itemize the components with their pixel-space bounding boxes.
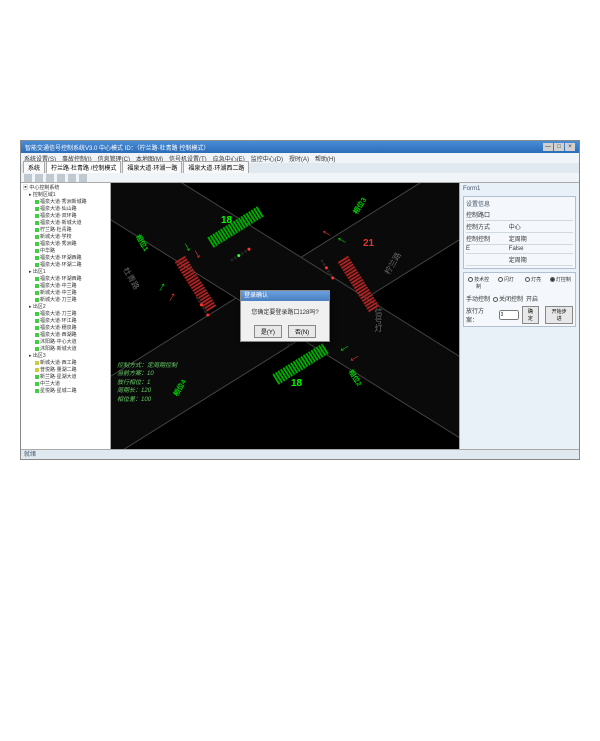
control-info-box: 控制方式：定周期控制 当前方案：10 放行相位：1 周期长：120 相位差：10… [117, 362, 177, 404]
tree-item[interactable]: 沐阳路·中心大道 [21, 339, 110, 346]
toolbar [21, 173, 579, 183]
minimize-button[interactable]: — [543, 143, 553, 151]
ctrl-opt[interactable]: 灯亮 [521, 275, 546, 291]
dialog-message: 您确定要登录路口128吗? [241, 301, 329, 322]
step-button[interactable]: 开始步进 [545, 306, 573, 324]
tree-item[interactable]: 福泉大道·新城大道 [21, 220, 110, 227]
tab-system[interactable]: 系统 [23, 161, 45, 173]
countdown-right: 21 [363, 238, 374, 249]
tree-item[interactable]: 福泉大道·秀洲新城路 [21, 199, 110, 206]
tool-icon[interactable] [79, 174, 87, 182]
panel-title: Form1 [463, 186, 576, 192]
dialog-title: 登录确认 [241, 291, 329, 301]
countdown-top: 18 [221, 215, 232, 226]
menu-monitor[interactable]: 监控中心(D) [251, 154, 283, 163]
tree-item[interactable]: 新城大道·西工路 [21, 360, 110, 367]
tool-icon[interactable] [35, 174, 43, 182]
maximize-button[interactable]: □ [554, 143, 564, 151]
tree-root[interactable]: ▣ 中心控制系统 [21, 185, 110, 192]
manual-opt[interactable]: 开启 [526, 294, 538, 303]
tree-item[interactable]: 福泉大道·环湖二路 [21, 262, 110, 269]
tree-item[interactable]: 福泉大道·刀兰路 [21, 311, 110, 318]
manual-label: 手动控制 [466, 294, 490, 303]
tool-icon[interactable] [24, 174, 32, 182]
tool-icon[interactable] [46, 174, 54, 182]
tree-item[interactable]: 新城大道·刀兰路 [21, 297, 110, 304]
tree-item[interactable]: 新城大道·学校 [21, 234, 110, 241]
apply-button[interactable]: 确定 [522, 306, 540, 324]
ctrl-opt[interactable]: 技术控制 [466, 275, 491, 291]
tool-icon[interactable] [68, 174, 76, 182]
prop-row[interactable]: 控制控制定周期 [466, 233, 573, 245]
menu-time[interactable]: 授时(A) [289, 154, 309, 163]
tool-icon[interactable] [57, 174, 65, 182]
right-panel: Form1 设置信息 控制路口 控制方式中心 控制控制定周期 EFalse 定周… [459, 183, 579, 449]
tree-group[interactable]: ▸ 出区2 [21, 304, 110, 311]
tree-item[interactable]: 新兰路·星湖大道 [21, 374, 110, 381]
prop-row[interactable]: 控制方式中心 [466, 221, 573, 233]
close-button[interactable]: × [565, 143, 575, 151]
tree-item[interactable]: 福泉大道·环湖西路 [21, 276, 110, 283]
tree-item[interactable]: 福泉大道·西湖路 [21, 332, 110, 339]
statusbar: 就绪 [21, 449, 579, 459]
plan-input[interactable] [499, 310, 519, 320]
body: ▣ 中心控制系统 ▸ 控制区域1 福泉大道·秀洲新城路 福泉大道·仙山路 福泉大… [21, 183, 579, 449]
plan-label: 放行方案： [466, 306, 496, 324]
sidebar: ▣ 中心控制系统 ▸ 控制区域1 福泉大道·秀洲新城路 福泉大道·仙山路 福泉大… [21, 183, 111, 449]
tree-group[interactable]: ▸ 控制区域1 [21, 192, 110, 199]
tree-item[interactable]: 福泉大道·秀洲路 [21, 241, 110, 248]
ctrl-opt[interactable]: 闪灯 [493, 275, 518, 291]
tab-intersection-1[interactable]: 柠兰路·杜青路 /控制模式 [46, 161, 121, 173]
phase-label-3: 相位3 [351, 196, 369, 216]
confirm-dialog: 登录确认 您确定要登录路口128吗? 是(Y) 否(N) [240, 290, 330, 342]
tree-item[interactable]: 福泉大道·仙山路 [21, 206, 110, 213]
countdown-bottom: 18 [291, 378, 302, 389]
app-window: 智能交通信号控制系统V3.0 中心模式 ID：（柠兰路·杜青路 控制模式） — … [20, 140, 580, 460]
tree-item[interactable]: 中华路 [21, 248, 110, 255]
ctrl-opt[interactable]: 灯控制 [548, 275, 573, 291]
tree: ▣ 中心控制系统 ▸ 控制区域1 福泉大道·秀洲新城路 福泉大道·仙山路 福泉大… [21, 185, 110, 395]
arrow-icon: ↑ [155, 277, 169, 294]
tree-group[interactable]: ▸ 出区1 [21, 269, 110, 276]
settings-group: 设置信息 控制路口 控制方式中心 控制控制定周期 EFalse 定周期 [463, 196, 576, 269]
arrow-icon: ↑ [165, 287, 179, 304]
titlebar: 智能交通信号控制系统V3.0 中心模式 ID：（柠兰路·杜青路 控制模式） — … [21, 141, 579, 153]
tree-item[interactable]: 福泉大道·双环路 [21, 213, 110, 220]
tab-intersection-3[interactable]: 福泉大道·环湖西二路 [183, 161, 249, 173]
window-title: 智能交通信号控制系统V3.0 中心模式 ID：（柠兰路·杜青路 控制模式） [25, 143, 209, 152]
manual-opt[interactable]: 关闭控制 [493, 294, 523, 303]
signal-box-label: 信号灯 [373, 308, 384, 332]
tree-item[interactable]: 星悦路·星城二路 [21, 388, 110, 395]
settings-group-title: 设置信息 [466, 199, 573, 208]
tree-item[interactable]: 福泉大道·穗泉路 [21, 325, 110, 332]
prop-row[interactable]: 定周期 [466, 254, 573, 266]
road-label-nw: 杜青路 [120, 265, 142, 291]
tree-item[interactable]: 福泉大道·环湖西路 [21, 255, 110, 262]
tree-item[interactable]: 柠兰路·杜青路 [21, 227, 110, 234]
tree-group[interactable]: ▸ 出区3 [21, 353, 110, 360]
tree-item[interactable]: 新城大道·中兰路 [21, 290, 110, 297]
tabbar: 系统 柠兰路·杜青路 /控制模式 福泉大道·环湖一路 福泉大道·环湖西二路 [21, 163, 579, 173]
menu-help[interactable]: 帮助(H) [315, 154, 335, 163]
control-group: 技术控制 闪灯 灯亮 灯控制 手动控制 关闭控制 开启 放行方案： 确定 开始步… [463, 272, 576, 327]
prop-row[interactable]: EFalse [466, 245, 573, 254]
dialog-yes-button[interactable]: 是(Y) [254, 325, 282, 338]
tree-item[interactable]: 福泉大道·中兰路 [21, 283, 110, 290]
dialog-no-button[interactable]: 否(N) [288, 325, 316, 338]
tree-item[interactable]: 中兰大道 [21, 381, 110, 388]
prop-row[interactable]: 控制路口 [466, 209, 573, 221]
tree-item[interactable]: 普悦路·量湖二路 [21, 367, 110, 374]
tree-item[interactable]: 沐阳路·新城大道 [21, 346, 110, 353]
tree-item[interactable]: 福泉大道·环江路 [21, 318, 110, 325]
tab-intersection-2[interactable]: 福泉大道·环湖一路 [122, 161, 182, 173]
intersection-canvas[interactable]: ↓ ↓ ↑ ↑ ← ← ← ← 杜青路 柠兰路 信号灯 相位1 相位2 相位3 … [111, 183, 459, 449]
